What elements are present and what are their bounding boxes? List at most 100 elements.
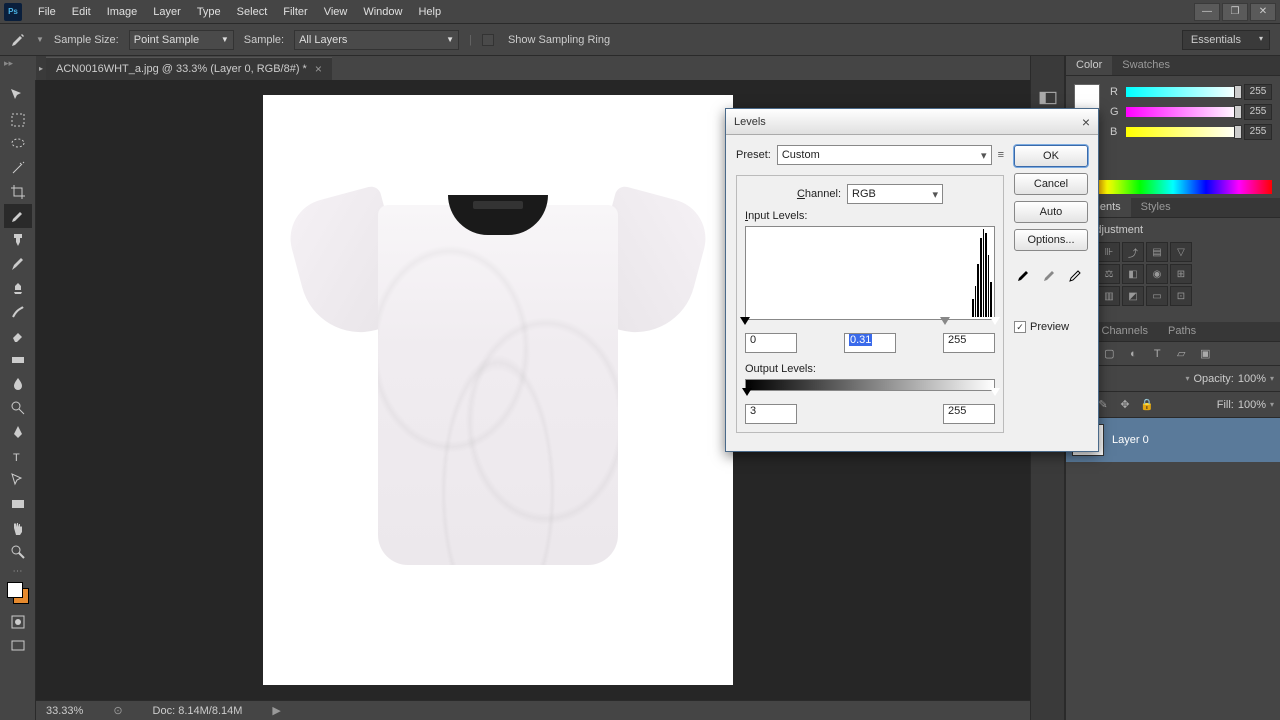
threshold-adj-icon[interactable]: ◩ [1122,286,1144,306]
vibrance-adj-icon[interactable]: ▽ [1170,242,1192,262]
workspace-select[interactable]: Essentials▾ [1182,30,1270,50]
healing-brush-tool[interactable] [4,228,32,252]
g-slider[interactable] [1126,107,1238,117]
menu-edit[interactable]: Edit [64,3,99,21]
sample-size-select[interactable]: Point Sample▼ [129,30,234,50]
filter-adj-icon[interactable]: ◐ [1124,345,1142,363]
menu-select[interactable]: Select [229,3,276,21]
input-white-field[interactable]: 255 [943,333,995,353]
chevron-down-icon[interactable]: ▼ [36,35,44,44]
zoom-tool[interactable] [4,540,32,564]
channel-mixer-adj-icon[interactable]: ⊞ [1170,264,1192,284]
preview-checkbox[interactable]: ✓ [1014,321,1026,333]
output-black-field[interactable]: 3 [745,404,797,424]
black-point-slider[interactable] [740,317,750,325]
pen-tool[interactable] [4,420,32,444]
info-icon[interactable]: ⊙ [113,704,122,717]
white-point-slider[interactable] [990,317,1000,325]
b-value[interactable]: 255 [1244,124,1272,140]
b-slider[interactable] [1126,127,1238,137]
dodge-tool[interactable] [4,396,32,420]
filter-shape-icon[interactable]: ▱ [1172,345,1190,363]
output-black-slider[interactable] [742,388,752,396]
output-white-field[interactable]: 255 [943,404,995,424]
eraser-tool[interactable] [4,324,32,348]
opacity-value[interactable]: 100% [1238,373,1266,385]
magic-wand-tool[interactable] [4,156,32,180]
collapsed-panel-icon[interactable] [1036,86,1060,110]
quick-mask-icon[interactable] [4,610,32,634]
brush-tool[interactable] [4,252,32,276]
r-slider[interactable] [1126,87,1238,97]
selective-color-adj-icon[interactable]: ⊡ [1170,286,1192,306]
channels-tab[interactable]: Channels [1092,322,1158,341]
dialog-close-icon[interactable]: × [1082,114,1090,130]
crop-tool[interactable] [4,180,32,204]
auto-button[interactable]: Auto [1014,201,1088,223]
bw-adj-icon[interactable]: ◧ [1122,264,1144,284]
photo-filter-adj-icon[interactable]: ◉ [1146,264,1168,284]
eyedropper-tool[interactable] [4,204,32,228]
expand-left-icon[interactable]: ▸▸ [4,58,13,69]
path-select-tool[interactable] [4,468,32,492]
sample-select[interactable]: All Layers▼ [294,30,459,50]
move-tool[interactable] [4,84,32,108]
paths-tab[interactable]: Paths [1158,322,1206,341]
screen-mode-icon[interactable] [4,634,32,658]
tab-strip-toggle-icon[interactable]: ▸ [36,56,46,80]
preset-select[interactable]: Custom [777,145,992,165]
gradient-map-adj-icon[interactable]: ▭ [1146,286,1168,306]
output-slider-track[interactable] [745,388,995,398]
document-tab[interactable]: ACN0016WHT_a.jpg @ 33.3% (Layer 0, RGB/8… [46,57,332,80]
layer-name[interactable]: Layer 0 [1112,434,1149,446]
fill-value[interactable]: 100% [1238,399,1266,411]
styles-tab[interactable]: Styles [1131,198,1181,217]
filter-smart-icon[interactable]: ▣ [1196,345,1214,363]
zoom-level[interactable]: 33.33% [46,705,83,717]
rectangle-tool[interactable] [4,492,32,516]
menu-window[interactable]: Window [355,3,410,21]
preset-menu-icon[interactable]: ≡ [998,149,1004,161]
hand-tool[interactable] [4,516,32,540]
color-balance-adj-icon[interactable]: ⚖ [1098,264,1120,284]
show-sampling-ring-checkbox[interactable] [482,34,494,46]
lock-all-icon[interactable]: 🔒 [1138,396,1156,414]
filter-type-icon[interactable]: T [1148,345,1166,363]
cancel-button[interactable]: Cancel [1014,173,1088,195]
channel-select[interactable]: RGB [847,184,943,204]
maximize-button[interactable]: ❐ [1222,3,1248,21]
menu-type[interactable]: Type [189,3,229,21]
input-slider-track[interactable] [745,317,995,327]
marquee-tool[interactable] [4,108,32,132]
lock-position-icon[interactable]: ✥ [1116,396,1134,414]
close-window-button[interactable]: ✕ [1250,3,1276,21]
input-gamma-field[interactable]: 0.31 [844,333,896,353]
menu-image[interactable]: Image [99,3,146,21]
menu-view[interactable]: View [316,3,356,21]
foreground-color[interactable] [7,582,23,598]
ok-button[interactable]: OK [1014,145,1088,167]
color-tab[interactable]: Color [1066,56,1112,75]
black-eyedropper-icon[interactable] [1014,265,1034,285]
color-swatches[interactable] [7,582,29,604]
menu-layer[interactable]: Layer [145,3,189,21]
color-spectrum[interactable] [1074,180,1272,194]
edit-toolbar-icon[interactable]: ⋯ [4,564,32,578]
gradient-tool[interactable] [4,348,32,372]
lasso-tool[interactable] [4,132,32,156]
options-button[interactable]: Options... [1014,229,1088,251]
r-value[interactable]: 255 [1244,84,1272,100]
curves-adj-icon[interactable]: ⤴ [1122,242,1144,262]
swatches-tab[interactable]: Swatches [1112,56,1180,75]
input-black-field[interactable]: 0 [745,333,797,353]
output-white-slider[interactable] [990,388,1000,396]
menu-filter[interactable]: Filter [275,3,315,21]
close-tab-icon[interactable]: × [315,62,322,76]
type-tool[interactable]: T [4,444,32,468]
clone-stamp-tool[interactable] [4,276,32,300]
menu-help[interactable]: Help [410,3,449,21]
g-value[interactable]: 255 [1244,104,1272,120]
blur-tool[interactable] [4,372,32,396]
history-brush-tool[interactable] [4,300,32,324]
panel-foreground-swatch[interactable] [1074,84,1100,110]
